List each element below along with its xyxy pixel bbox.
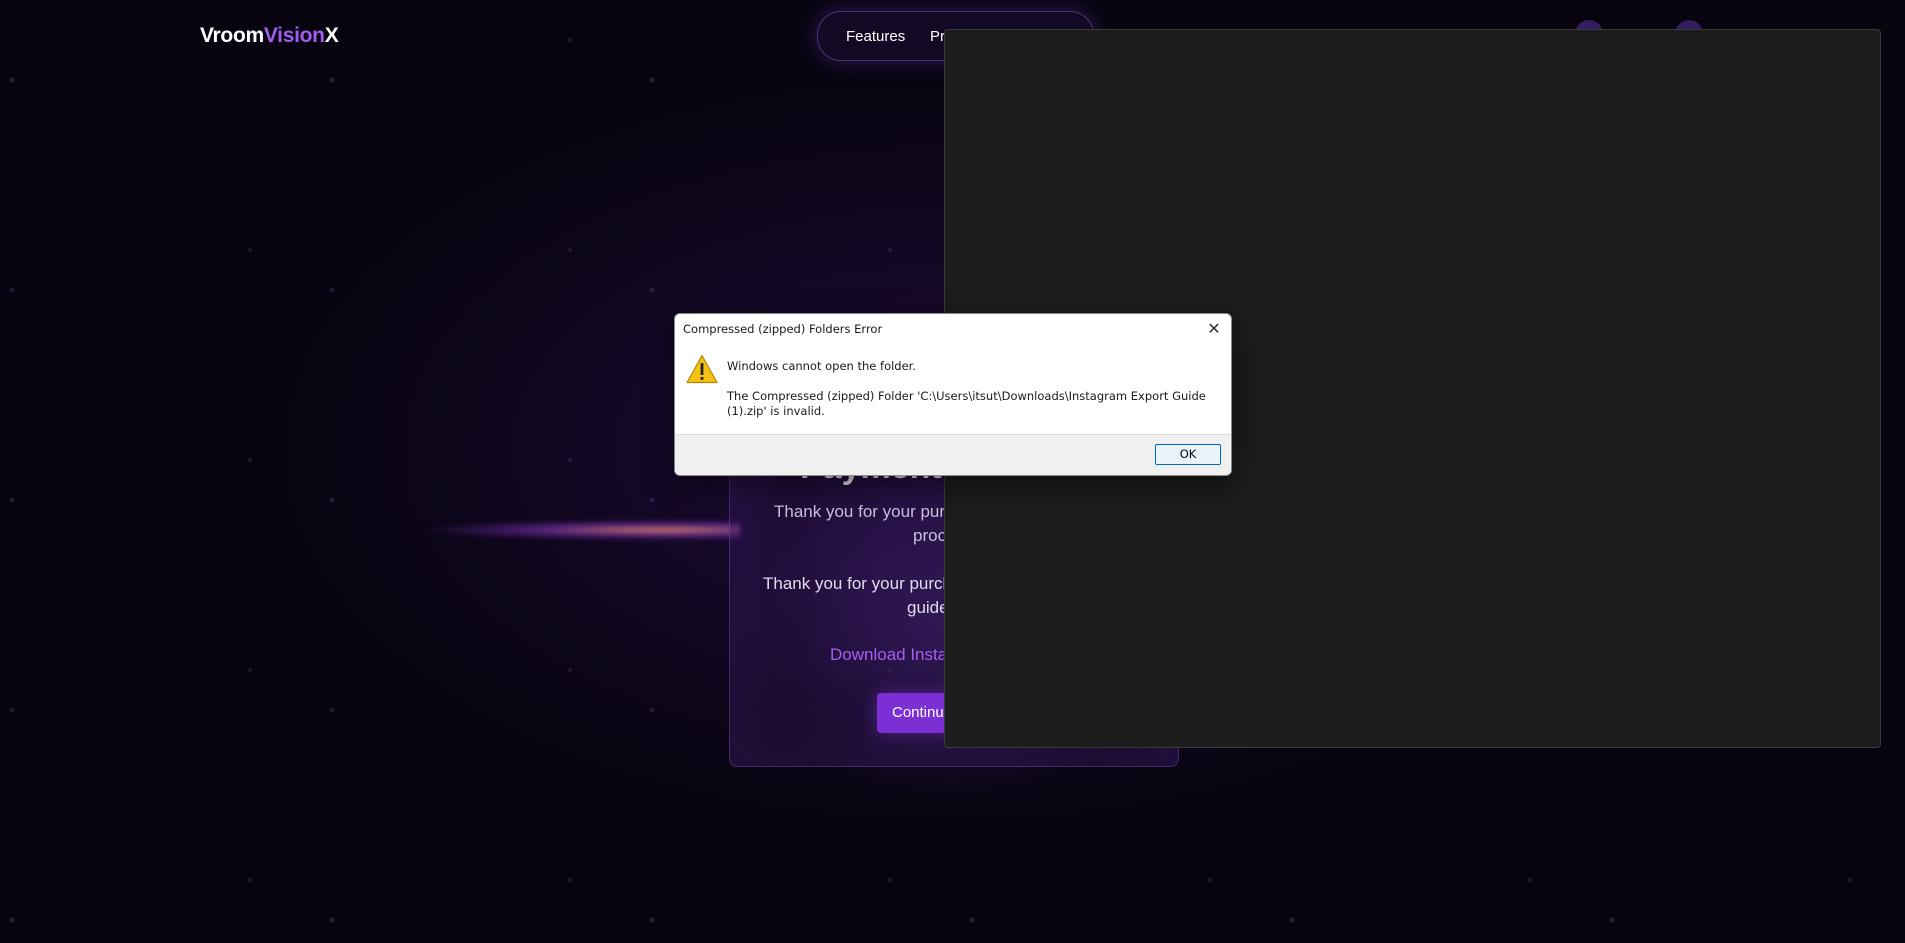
nav-link-pricing[interactable]: Pr <box>930 28 945 45</box>
logo-text-vision: Vision <box>263 24 325 47</box>
zip-error-dialog: Compressed (zipped) Folders Error ✕ Wind… <box>674 313 1232 476</box>
page: VroomVisionX Features Pr Payment Thank y… <box>0 0 1905 943</box>
logo-text-x: X <box>324 24 339 47</box>
warning-icon <box>686 354 718 384</box>
dialog-footer: OK <box>675 434 1231 475</box>
dialog-detail: The Compressed (zipped) Folder 'C:\Users… <box>727 389 1206 418</box>
dialog-titlebar[interactable]: Compressed (zipped) Folders Error ✕ <box>675 314 1231 344</box>
dialog-message: Windows cannot open the folder. <box>727 359 917 373</box>
download-guide-link[interactable]: Download Instag <box>830 645 957 665</box>
light-beam-decoration <box>100 505 740 555</box>
nav-link-features[interactable]: Features <box>846 28 905 45</box>
ok-button[interactable]: OK <box>1155 444 1221 465</box>
close-icon[interactable]: ✕ <box>1203 318 1225 340</box>
dialog-title: Compressed (zipped) Folders Error <box>683 322 883 336</box>
site-logo[interactable]: VroomVisionX <box>200 24 339 48</box>
logo-text-vroom: Vroom <box>200 24 264 47</box>
